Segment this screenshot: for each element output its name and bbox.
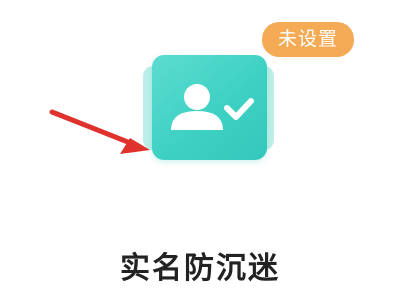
page-title: 实名防沉迷 <box>120 251 280 286</box>
